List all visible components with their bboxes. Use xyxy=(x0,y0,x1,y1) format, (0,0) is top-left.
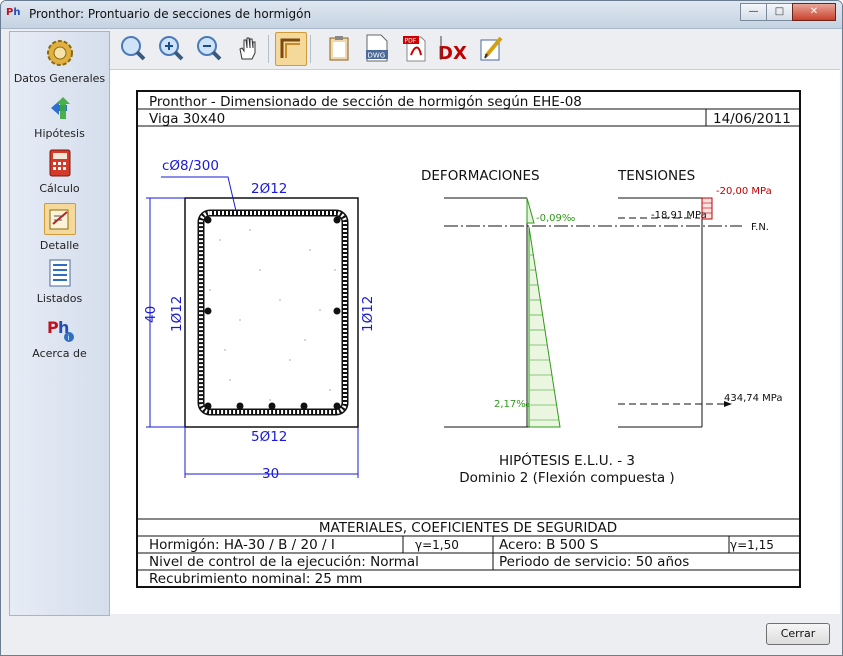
list-icon xyxy=(45,258,75,288)
nominal-cover: Recubrimiento nominal: 25 mm xyxy=(149,571,362,587)
top-steel-stress-label: -18,91 MPa xyxy=(651,210,707,221)
sidebar-item-label: Detalle xyxy=(39,239,80,252)
header-date: 14/06/2011 xyxy=(713,111,791,127)
zoom-out-icon[interactable] xyxy=(194,32,224,64)
arrows-icon xyxy=(45,93,75,123)
neutral-axis-label: F.N. xyxy=(751,222,769,233)
control-level: Nivel de control de la ejecución: Normal xyxy=(149,554,419,570)
sidebar-item-label: Datos Generales xyxy=(13,72,106,85)
steel-type: Acero: B 500 S xyxy=(499,537,598,553)
dwg-icon[interactable]: DWG xyxy=(362,32,392,64)
height-dimension: 40 xyxy=(143,306,159,323)
drawing-canvas: Pronthor - Dimensionado de sección de ho… xyxy=(110,69,840,614)
pdf-icon[interactable]: PDF xyxy=(400,32,430,64)
dxf-icon[interactable]: DX xyxy=(438,32,468,64)
hypothesis-label: HIPÓTESIS E.L.U. - 3 xyxy=(499,451,635,469)
strain-bottom-label: 2,17‰ xyxy=(494,399,530,410)
sidebar-item-label: Acerca de xyxy=(32,347,87,360)
maximize-button[interactable]: □ xyxy=(766,3,793,21)
section-drawing: cØ8/300 2Ø12 5Ø12 1Ø12 1Ø12 40 30 xyxy=(143,158,376,482)
app-logo-icon: Ph xyxy=(6,7,21,18)
deformations-title: DEFORMACIONES xyxy=(421,168,540,184)
left-bars-label: 1Ø12 xyxy=(169,296,185,332)
strain-diagram xyxy=(444,197,561,428)
concrete-stress-label: -20,00 MPa xyxy=(716,186,772,197)
right-bars-label: 1Ø12 xyxy=(360,296,376,332)
sidebar-item-acerca-de[interactable]: Phi Acerca de xyxy=(10,313,109,360)
sidebar: Datos Generales Hipótesis Cálculo Detall… xyxy=(9,31,110,616)
gear-icon xyxy=(45,38,75,68)
domain-label: Dominio 2 (Flexión compuesta ) xyxy=(459,470,674,486)
gamma-concrete: γ=1,50 xyxy=(415,538,459,552)
svg-text:PDF: PDF xyxy=(405,38,417,45)
bottom-bars-label: 5Ø12 xyxy=(251,429,287,445)
bottom-steel-stress-label: 434,74 MPa xyxy=(724,393,783,404)
pan-hand-icon[interactable] xyxy=(232,32,262,64)
sidebar-item-hipotesis[interactable]: Hipótesis xyxy=(10,93,109,140)
frame-icon[interactable] xyxy=(275,32,307,66)
width-dimension: 30 xyxy=(262,466,279,482)
svg-text:DWG: DWG xyxy=(368,52,386,60)
title-bar: Ph Pronthor: Prontuario de secciones de … xyxy=(1,1,842,29)
concrete-type: Hormigón: HA-30 / B / 20 / I xyxy=(149,537,335,553)
close-button[interactable]: Cerrar xyxy=(766,623,830,645)
tensions-title: TENSIONES xyxy=(617,168,695,184)
app-window: Ph Pronthor: Prontuario de secciones de … xyxy=(0,0,843,656)
stirrup-label: cØ8/300 xyxy=(162,158,219,174)
sidebar-item-label: Cálculo xyxy=(39,182,80,195)
bottom-bar: Cerrar xyxy=(1,616,842,655)
gamma-steel: γ=1,15 xyxy=(730,538,774,552)
close-window-button[interactable]: ✕ xyxy=(792,3,836,21)
minimize-button[interactable]: — xyxy=(740,3,767,21)
window-title: Pronthor: Prontuario de secciones de hor… xyxy=(29,7,312,21)
zoom-in-icon[interactable] xyxy=(156,32,186,64)
clipboard-icon[interactable] xyxy=(324,32,354,64)
sidebar-item-calculo[interactable]: Cálculo xyxy=(10,148,109,195)
about-icon: Phi xyxy=(45,313,75,343)
top-bars-label: 2Ø12 xyxy=(251,181,287,197)
toolbar: DWG PDF DX xyxy=(110,31,841,69)
stress-diagram xyxy=(618,197,732,428)
sidebar-item-label: Hipótesis xyxy=(34,127,85,140)
materials-title: MATERIALES, COEFICIENTES DE SEGURIDAD xyxy=(319,520,617,536)
svg-text:i: i xyxy=(67,334,69,342)
service-period: Periodo de servicio: 50 años xyxy=(499,554,689,570)
sidebar-item-label: Listados xyxy=(36,292,83,305)
zoom-icon[interactable] xyxy=(118,32,148,64)
svg-text:DX: DX xyxy=(438,43,467,63)
calculator-icon xyxy=(45,148,75,178)
strain-top-label: -0,09‰ xyxy=(536,213,575,224)
detail-icon xyxy=(43,203,76,235)
section-name: Viga 30x40 xyxy=(149,111,225,127)
header-title: Pronthor - Dimensionado de sección de ho… xyxy=(149,94,582,110)
sidebar-item-datos-generales[interactable]: Datos Generales xyxy=(10,38,109,85)
edit-icon[interactable] xyxy=(476,32,506,64)
sidebar-item-detalle[interactable]: Detalle xyxy=(10,203,109,252)
sidebar-item-listados[interactable]: Listados xyxy=(10,258,109,305)
